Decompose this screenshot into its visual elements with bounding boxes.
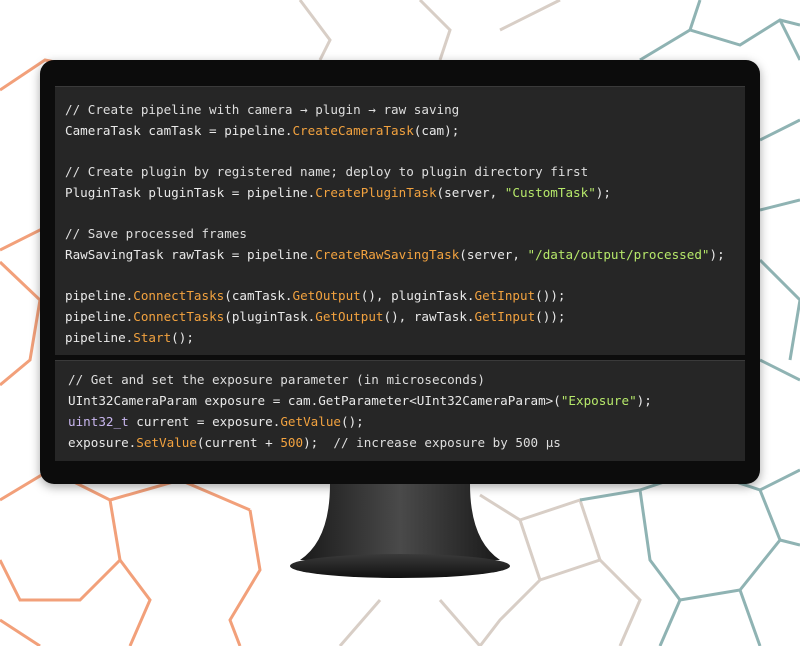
- code-text: (cam);: [413, 123, 460, 138]
- code-comment-inline: // increase exposure by 500 µs: [333, 435, 561, 450]
- code-text: (current +: [196, 435, 281, 450]
- code-method: GetOutput: [315, 309, 384, 324]
- code-text: );: [709, 247, 725, 262]
- code-comment-save: // Save processed frames: [65, 226, 247, 241]
- code-text: (server,: [459, 247, 528, 262]
- code-text: exposure.: [68, 435, 137, 450]
- code-text: ();: [341, 414, 364, 429]
- code-line-get-parameter: UInt32CameraParam exposure = cam.GetPara…: [68, 392, 652, 410]
- code-comment-exposure: // Get and set the exposure parameter (i…: [68, 372, 486, 387]
- code-string: "/data/output/processed": [527, 247, 710, 262]
- code-string: "CustomTask": [504, 185, 596, 200]
- code-method: Start: [133, 330, 172, 345]
- code-text: ();: [171, 330, 194, 345]
- code-text: PluginTask pluginTask = pipeline.: [65, 185, 316, 200]
- code-method: CreateRawSavingTask: [315, 247, 460, 262]
- code-text: pipeline.: [65, 288, 134, 303]
- code-comment-plugin: // Create plugin by registered name; dep…: [65, 164, 589, 179]
- code-text: (server,: [436, 185, 505, 200]
- code-text: UInt32CameraParam exposure = cam.GetPara…: [68, 393, 561, 408]
- code-line-start: pipeline.Start();: [65, 329, 194, 347]
- code-text: (), rawTask.: [383, 309, 475, 324]
- code-panel-pipeline: // Create pipeline with camera → plugin …: [55, 86, 745, 355]
- code-line-connect-2: pipeline.ConnectTasks(pluginTask.GetOutp…: [65, 308, 566, 326]
- code-number: 500: [280, 435, 304, 450]
- code-comment-pipeline: // Create pipeline with camera → plugin …: [65, 102, 460, 117]
- code-method: GetInput: [474, 288, 536, 303]
- code-text: (), pluginTask.: [360, 288, 475, 303]
- code-text: ());: [535, 309, 566, 324]
- code-line-raw-task: RawSavingTask rawTask = pipeline.CreateR…: [65, 246, 725, 264]
- code-panel-exposure: // Get and set the exposure parameter (i…: [55, 360, 745, 461]
- code-method: GetInput: [474, 309, 536, 324]
- code-text: pipeline.: [65, 330, 134, 345]
- code-line-plugin-task: PluginTask pluginTask = pipeline.CreateP…: [65, 184, 611, 202]
- code-method: ConnectTasks: [133, 288, 225, 303]
- code-method: CreateCameraTask: [292, 123, 414, 138]
- code-text: );: [595, 185, 611, 200]
- code-text: pipeline.: [65, 309, 134, 324]
- code-line-set-value: exposure.SetValue(current + 500); // inc…: [68, 434, 561, 452]
- code-text: RawSavingTask rawTask = pipeline.: [65, 247, 316, 262]
- code-method: SetValue: [136, 435, 197, 450]
- code-line-camera-task: CameraTask camTask = pipeline.CreateCame…: [65, 122, 459, 140]
- code-type: uint32_t: [68, 414, 129, 429]
- code-text: (pluginTask.: [224, 309, 316, 324]
- code-method: ConnectTasks: [133, 309, 225, 324]
- code-line-get-value: uint32_t current = exposure.GetValue();: [68, 413, 364, 431]
- code-string: "Exposure": [560, 393, 637, 408]
- code-method: CreatePluginTask: [315, 185, 437, 200]
- code-text: current = exposure.: [128, 414, 281, 429]
- code-text: );: [303, 435, 334, 450]
- code-method: GetValue: [280, 414, 341, 429]
- code-text: (camTask.: [224, 288, 293, 303]
- code-method: GetOutput: [292, 288, 361, 303]
- code-text: ());: [535, 288, 566, 303]
- code-text: );: [636, 393, 652, 408]
- code-line-connect-1: pipeline.ConnectTasks(camTask.GetOutput(…: [65, 287, 566, 305]
- code-text: CameraTask camTask = pipeline.: [65, 123, 293, 138]
